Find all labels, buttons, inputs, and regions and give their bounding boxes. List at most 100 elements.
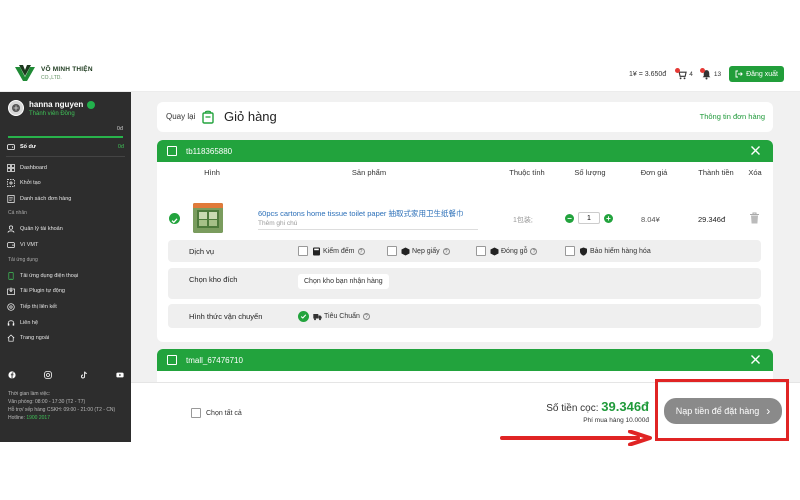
service-paper-wrap[interactable]: Nẹp giấy ?	[387, 246, 450, 256]
service-label: Nẹp giấy	[412, 247, 440, 255]
user-profile[interactable]: hanna nguyen Thành viên Đồng	[8, 100, 96, 117]
phone-icon	[8, 272, 14, 280]
pointer-arrow-icon	[500, 430, 652, 446]
checkout-label: Nạp tiền để đặt hàng	[675, 406, 760, 416]
balance-row[interactable]: Số dư 0đ	[7, 142, 124, 152]
sidebar-item-wallet[interactable]: Ví VMT	[7, 240, 124, 250]
hours-office: Văn phòng: 08:00 - 17:30 (T2 - T7)	[8, 399, 86, 405]
sidebar: hanna nguyen Thành viên Đồng 0đ Số dư 0đ…	[0, 92, 131, 442]
warehouse-select[interactable]: Chọn kho bạn nhận hàng	[298, 274, 389, 289]
col-total: Thành tiền	[698, 168, 734, 177]
checkbox[interactable]	[387, 246, 397, 256]
logout-icon	[735, 70, 743, 78]
sidebar-item-affiliate[interactable]: Tiếp thị liên kết	[7, 302, 124, 312]
sidebar-item-label: Tiếp thị liên kết	[20, 304, 57, 310]
product-name-link[interactable]: 60pcs cartons home tissue toilet paper 抽…	[258, 208, 464, 219]
notification-button[interactable]: 13	[699, 67, 721, 80]
shop-name: tb118365880	[186, 146, 233, 156]
deposit-label: Số tiền cọc:	[546, 403, 599, 414]
col-product: Sản phẩm	[351, 168, 387, 177]
truck-icon	[313, 314, 322, 321]
user-name: hanna nguyen	[29, 100, 84, 109]
crate-icon	[490, 247, 499, 255]
increase-button[interactable]: +	[604, 213, 613, 223]
help-icon[interactable]: ?	[442, 247, 450, 255]
help-icon[interactable]: ?	[530, 247, 538, 255]
sidebar-item-dashboard[interactable]: Dashboard	[7, 163, 124, 173]
item-checkbox[interactable]	[169, 213, 180, 224]
radio-checked[interactable]	[298, 311, 309, 322]
logo-name: VÕ MINH THIỆN	[41, 66, 93, 73]
service-wood-crate[interactable]: Đóng gỗ ?	[476, 246, 538, 256]
social-links	[8, 371, 124, 379]
sidebar-item-label: Khởi tạo	[20, 180, 41, 186]
col-quantity: Số lượng	[574, 168, 606, 177]
checkbox[interactable]	[191, 408, 201, 418]
cart-main: Quay lại Giỏ hàng Thông tin đơn hàng tb1…	[131, 92, 800, 382]
tiktok-icon[interactable]	[80, 371, 88, 379]
services-label: Dịch vụ	[189, 247, 215, 256]
select-all-checkbox[interactable]: Chọn tất cả	[191, 408, 242, 418]
hotline-number[interactable]: 1900 2017	[26, 415, 50, 421]
service-label: Đóng gỗ	[501, 247, 528, 255]
col-delete: Xóa	[748, 168, 762, 177]
shipping-standard-option[interactable]: Tiêu Chuẩn ?	[298, 311, 370, 322]
sidebar-item-mobile-app[interactable]: Tải ứng dụng điện thoại	[7, 271, 124, 281]
rank-progress-bar	[8, 136, 123, 138]
plugin-icon	[7, 287, 15, 295]
sidebar-item-external[interactable]: Trang ngoài	[7, 333, 124, 343]
check-icon	[300, 314, 307, 319]
page-title: Giỏ hàng	[224, 109, 277, 124]
table-row: 60pcs cartons home tissue toilet paper 抽…	[157, 200, 773, 240]
shipping-row: Hình thức vận chuyển Tiêu Chuẩn ?	[168, 304, 761, 328]
bell-badge-dot	[699, 67, 705, 73]
checkout-button[interactable]: Nạp tiền để đặt hàng ›	[664, 398, 782, 424]
user-rank: Thành viên Đồng	[29, 111, 75, 117]
instagram-icon[interactable]	[44, 371, 52, 379]
shipping-value: Tiêu Chuẩn	[324, 313, 360, 320]
vmt-logo-icon	[15, 65, 35, 81]
checkbox[interactable]	[565, 246, 575, 256]
product-thumbnail[interactable]	[193, 203, 223, 233]
logout-button[interactable]: Đăng xuất	[729, 66, 784, 82]
back-link[interactable]: Quay lại	[166, 112, 195, 121]
product-note-input[interactable]: Thêm ghi chú	[258, 220, 478, 230]
order-info-link[interactable]: Thông tin đơn hàng	[700, 112, 765, 121]
sidebar-item-orders[interactable]: Danh sách đơn hàng	[7, 194, 124, 204]
headset-icon	[7, 320, 15, 326]
service-insurance[interactable]: Bảo hiểm hàng hóa	[565, 246, 651, 256]
quantity-input[interactable]	[578, 212, 600, 224]
shop-checkbox[interactable]	[167, 355, 177, 365]
cart-button[interactable]: 4	[675, 67, 693, 80]
user-icon	[7, 225, 15, 233]
sidebar-item-plugin[interactable]: Tải Plugin tự động	[7, 286, 124, 296]
working-hours: Thời gian làm việc: Văn phòng: 08:00 - 1…	[8, 390, 115, 422]
service-label: Bảo hiểm hàng hóa	[590, 247, 651, 255]
decrease-button[interactable]: −	[565, 213, 574, 223]
youtube-icon[interactable]	[116, 371, 124, 379]
sidebar-item-contact[interactable]: Liên hệ	[7, 318, 124, 328]
company-logo[interactable]: VÕ MINH THIỆN CO.,LTD.	[14, 64, 93, 84]
sidebar-item-account[interactable]: Quản lý tài khoản	[7, 224, 124, 234]
checkbox[interactable]	[476, 246, 486, 256]
col-image: Hình	[204, 168, 220, 177]
home-icon	[7, 334, 15, 342]
trash-icon[interactable]	[749, 212, 760, 224]
affiliate-icon	[7, 303, 15, 311]
facebook-icon[interactable]	[8, 371, 16, 379]
help-icon[interactable]: ?	[357, 247, 365, 255]
select-all-label: Chọn tất cả	[206, 409, 242, 417]
balance-value: 0đ	[117, 144, 124, 150]
chevron-right-icon: ›	[766, 404, 771, 418]
checkout-footer: Chọn tất cả Số tiền cọc: 39.346đ Phí mua…	[131, 379, 800, 442]
close-icon[interactable]	[750, 145, 761, 156]
close-icon[interactable]	[750, 354, 761, 365]
services-row: Dịch vụ Kiểm đếm ? Nẹp giấy ? Đóng gỗ ?	[168, 240, 761, 262]
product-attribute: 1包装;	[513, 217, 533, 224]
col-attribute: Thuộc tính	[509, 168, 545, 177]
checkbox[interactable]	[298, 246, 308, 256]
shop-checkbox[interactable]	[167, 146, 177, 156]
help-icon[interactable]: ?	[362, 313, 370, 320]
sidebar-item-create[interactable]: Khởi tạo	[7, 178, 124, 188]
service-count-check[interactable]: Kiểm đếm ?	[298, 246, 365, 256]
